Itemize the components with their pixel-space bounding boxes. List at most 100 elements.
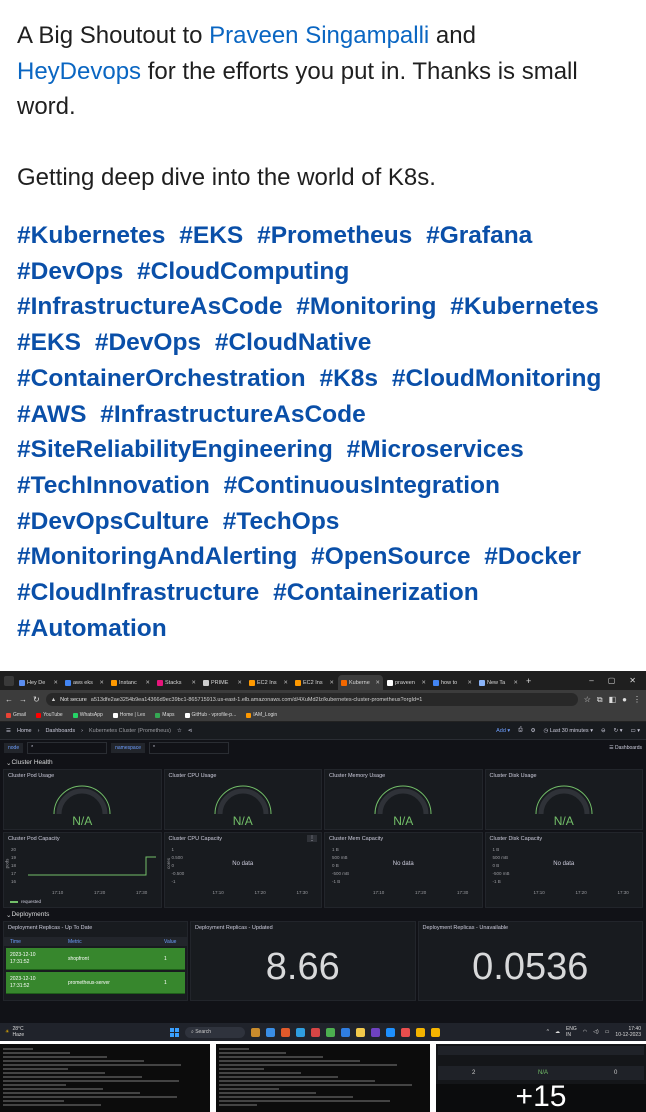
windows-start-icon[interactable]: [170, 1027, 179, 1037]
profile-icon[interactable]: ●: [622, 695, 627, 704]
hashtag-link[interactable]: #Kubernetes: [17, 222, 165, 249]
add-button[interactable]: Add ▾: [496, 728, 510, 734]
new-tab-icon[interactable]: +: [526, 676, 531, 686]
bookmark-item[interactable]: Home | Lex: [112, 712, 145, 718]
hashtag-link[interactable]: #CloudComputing: [137, 258, 349, 285]
hashtag-link[interactable]: #K8s: [319, 365, 378, 392]
bookmark-item[interactable]: IAM_Login: [246, 712, 277, 718]
breadcrumb-home[interactable]: Home: [17, 728, 32, 734]
store-icon[interactable]: [296, 1027, 305, 1037]
volume-icon[interactable]: ◁): [593, 1029, 599, 1035]
refresh-icon[interactable]: ↻ ▾: [614, 728, 623, 734]
mail-icon[interactable]: [266, 1027, 275, 1037]
tab-close-icon[interactable]: ✕: [99, 680, 104, 686]
hashtag-link[interactable]: #DevOps: [95, 329, 201, 356]
zoom-out-icon[interactable]: ⊖: [601, 728, 606, 734]
gauge-panel[interactable]: Cluster Disk Usage N/A: [484, 769, 643, 830]
back-icon[interactable]: ←: [5, 695, 13, 704]
hashtag-link[interactable]: #Microservices: [347, 436, 524, 463]
hashtag-link[interactable]: #EKS: [17, 329, 81, 356]
cloud-icon[interactable]: ☁: [555, 1029, 560, 1035]
chrome-icon[interactable]: [416, 1027, 425, 1037]
tab-close-icon[interactable]: ✕: [467, 680, 472, 686]
weather-widget[interactable]: 28°C Haze: [12, 1026, 24, 1038]
media-icon[interactable]: [311, 1027, 320, 1037]
hashtag-link[interactable]: #EKS: [179, 222, 243, 249]
star-icon[interactable]: ☆: [177, 728, 182, 734]
bookmark-item[interactable]: Maps: [155, 712, 175, 718]
hashtag-link[interactable]: #Automation: [17, 615, 167, 642]
bookmark-item[interactable]: Gmail: [6, 712, 26, 718]
table-row[interactable]: 2023-12-10 17:31:52 prometheus-server 1: [6, 972, 185, 994]
deployments-row[interactable]: ⌄ Deployments: [0, 908, 646, 921]
hashtag-link[interactable]: #ContainerOrchestration: [17, 365, 306, 392]
breadcrumb-dashboards[interactable]: Dashboards: [45, 728, 75, 734]
gauge-panel[interactable]: Cluster Memory Usage N/A: [324, 769, 483, 830]
col-value[interactable]: Value: [164, 939, 176, 945]
office-icon[interactable]: [281, 1027, 290, 1037]
hashtag-link[interactable]: #TechInnovation: [17, 472, 210, 499]
tab-close-icon[interactable]: ✕: [53, 680, 58, 686]
gauge-panel[interactable]: Cluster Pod Usage N/A: [3, 769, 162, 830]
close-window-icon[interactable]: ✕: [629, 676, 636, 685]
app-icon[interactable]: [401, 1027, 410, 1037]
hashtag-link[interactable]: #SiteReliabilityEngineering: [17, 436, 333, 463]
tab-close-icon[interactable]: ✕: [375, 680, 380, 686]
post-image-thumbnail-2[interactable]: [216, 1044, 430, 1112]
bookmark-item[interactable]: YouTube: [36, 712, 63, 718]
chrome-alt-icon[interactable]: [326, 1027, 335, 1037]
bookmark-star-icon[interactable]: ☆: [584, 695, 591, 704]
tab-close-icon[interactable]: ✕: [283, 680, 288, 686]
hashtag-link[interactable]: #CloudNative: [215, 329, 372, 356]
tab-close-icon[interactable]: ✕: [329, 680, 334, 686]
tab-actions-icon[interactable]: [4, 675, 14, 686]
hashtag-link[interactable]: #Docker: [484, 543, 581, 570]
hashtag-link[interactable]: #TechOps: [223, 508, 340, 535]
browser-tab[interactable]: Instanc ✕: [108, 675, 153, 690]
gauge-panel[interactable]: Cluster CPU Usage N/A: [163, 769, 322, 830]
tray-chevron-icon[interactable]: ^: [547, 1029, 549, 1035]
language-indicator[interactable]: ENG IN: [566, 1026, 577, 1038]
settings-icon[interactable]: ⚙: [531, 728, 536, 734]
org-mention-link[interactable]: HeyDevops: [17, 58, 141, 85]
post-image-thumbnail-3[interactable]: 2 N/A 0 +15: [436, 1044, 646, 1112]
hashtag-link[interactable]: #Containerization: [273, 579, 479, 606]
hashtag-link[interactable]: #AWS: [17, 401, 86, 428]
url-field[interactable]: ▲ Not secure a513dfe2ae3254b9ea14366d9ec…: [45, 693, 578, 706]
minimize-icon[interactable]: –: [589, 676, 593, 685]
tv-mode-icon[interactable]: ▭ ▾: [631, 728, 641, 734]
browser-tab[interactable]: Stacks ✕: [154, 675, 199, 690]
browser-tab[interactable]: Hey De ✕: [16, 675, 61, 690]
node-variable-select[interactable]: *: [27, 742, 108, 754]
browser-tab[interactable]: praveen ✕: [384, 675, 429, 690]
post-image-thumbnail-1[interactable]: [0, 1044, 210, 1112]
time-picker[interactable]: ◷ Last 30 minutes ▾: [544, 728, 593, 734]
maximize-icon[interactable]: ▢: [608, 676, 616, 685]
vscode-icon[interactable]: [386, 1027, 395, 1037]
edge-icon[interactable]: [341, 1027, 350, 1037]
browser-tab[interactable]: PRIME ✕: [200, 675, 245, 690]
capacity-panel[interactable]: Cluster Disk Capacity 1 B 500 mB 0 B -500 mB…: [484, 832, 643, 908]
forward-icon[interactable]: →: [19, 695, 27, 704]
hashtag-link[interactable]: #CloudMonitoring: [392, 365, 602, 392]
sidebar-icon[interactable]: ◧: [609, 695, 617, 704]
more-images-count[interactable]: +15: [436, 1080, 646, 1112]
namespace-variable-select[interactable]: *: [148, 742, 229, 754]
tab-close-icon[interactable]: ✕: [421, 680, 426, 686]
reload-icon[interactable]: ↻: [33, 695, 40, 704]
browser-tab[interactable]: aws eks ✕: [62, 675, 107, 690]
col-time[interactable]: Time: [10, 939, 21, 945]
browser-tab[interactable]: New Ta ✕: [476, 675, 521, 690]
hashtag-link[interactable]: #InfrastructureAsCode: [17, 293, 282, 320]
tab-close-icon[interactable]: ✕: [191, 680, 196, 686]
bookmark-item[interactable]: WhatsApp: [72, 712, 103, 718]
browser-tab[interactable]: EC2 Ins ✕: [292, 675, 337, 690]
hashtag-link[interactable]: #Kubernetes: [450, 293, 598, 320]
wifi-icon[interactable]: ◠: [583, 1029, 587, 1035]
capacity-panel[interactable]: Cluster Mem Capacity 1 B 500 mB 0 B -500 mB -…: [324, 832, 483, 908]
save-icon[interactable]: ⎙: [518, 727, 522, 734]
taskbar-search[interactable]: ⌕ Search: [185, 1026, 245, 1038]
extensions-icon[interactable]: ⧉: [597, 695, 603, 705]
hashtag-link[interactable]: #DevOpsCulture: [17, 508, 209, 535]
hashtag-link[interactable]: #MonitoringAndAlerting: [17, 543, 297, 570]
